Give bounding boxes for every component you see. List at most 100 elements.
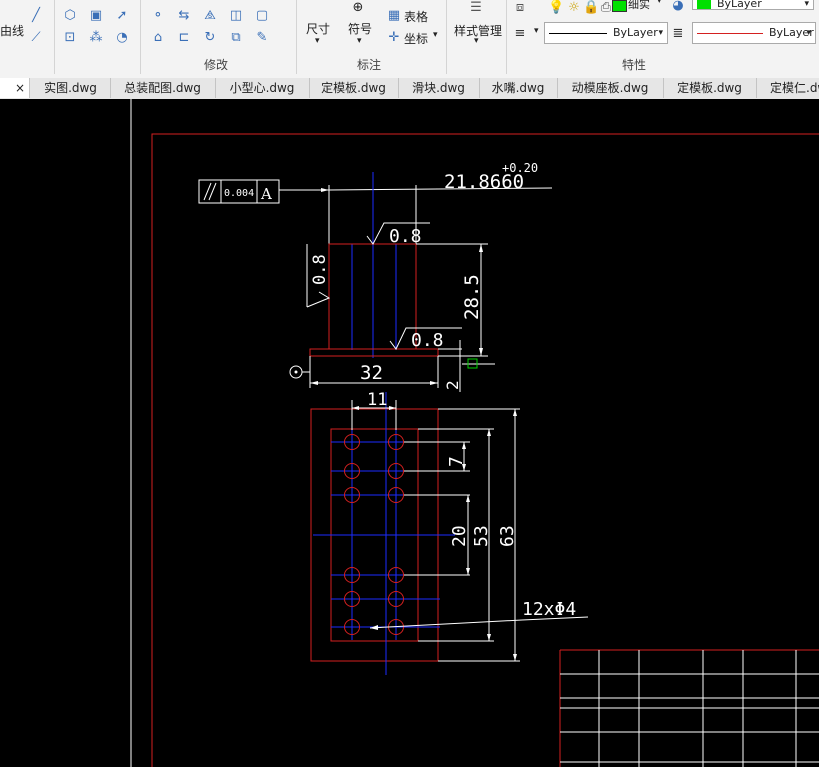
color-wheel-icon[interactable]: ◕	[670, 0, 686, 14]
title-block	[559, 649, 819, 767]
hole-spacing-dimension: 11	[351, 390, 397, 430]
dim-width-text: 32	[360, 362, 383, 384]
trim-icon[interactable]: ⊡	[62, 30, 78, 46]
chevron-down-icon[interactable]: ▾	[657, 0, 662, 6]
roughness-side: 0.8	[306, 244, 331, 308]
style-manager-icon[interactable]: ☰	[468, 0, 484, 16]
document-tab[interactable]: 总装配图.dwg	[110, 78, 216, 98]
color-dropdown-value: ByLayer	[717, 0, 762, 10]
symbol-icon[interactable]: ⊕	[350, 0, 366, 16]
chevron-down-icon[interactable]: ▾	[315, 36, 320, 46]
polyline-tool-icon[interactable]: ⟋	[28, 30, 44, 46]
plan-centerlines	[313, 392, 455, 675]
coordinate-button[interactable]: 坐标	[404, 30, 428, 47]
table-button[interactable]: 表格	[404, 8, 428, 25]
chevron-down-icon[interactable]: ▾	[357, 36, 362, 46]
dim-base-text: 2	[443, 380, 462, 390]
copy-icon[interactable]: ▣	[88, 8, 104, 24]
plan-view	[310, 392, 455, 675]
linetype-preview	[549, 33, 607, 34]
edit-icon[interactable]: ✎	[254, 30, 270, 46]
centerlines-upper	[351, 172, 397, 358]
rectangle-icon[interactable]: ▢	[254, 8, 270, 24]
base-dimension: 2	[438, 340, 495, 392]
top-dimension: 21.8660 +0.20	[328, 161, 553, 244]
offset-icon[interactable]: ◫	[228, 8, 244, 24]
color-dropdown[interactable]: ByLayer ▾	[692, 0, 814, 10]
modify-panel-label: 修改	[204, 58, 229, 72]
coordinate-icon[interactable]: ✛	[386, 30, 402, 46]
stretch-icon[interactable]: ⚬	[150, 8, 166, 24]
annotation-panel-label: 标注	[357, 58, 382, 72]
mirror-icon[interactable]: ⧌	[202, 8, 218, 24]
dim-20-text: 20	[449, 525, 470, 547]
flatness-icon	[203, 182, 217, 201]
lineweight-dropdown[interactable]: ByLayer ▾	[692, 22, 816, 44]
tolerance-value: 0.004	[224, 188, 254, 199]
array-icon[interactable]: ⁂	[88, 30, 104, 46]
close-icon[interactable]: ×	[15, 81, 25, 95]
linetype-dropdown[interactable]: ByLayer ▾	[544, 22, 668, 44]
document-tab[interactable]: 水嘴.dwg	[479, 78, 558, 98]
sun-icon[interactable]: ☼	[566, 0, 582, 16]
document-tab[interactable]: 动模座板.dwg	[557, 78, 664, 98]
tab-close-button[interactable]: ×	[0, 78, 30, 98]
title-frame	[151, 133, 819, 767]
document-tab[interactable]: 定模板.dwg	[663, 78, 757, 98]
document-tab[interactable]: 定模仁.dwg	[756, 78, 819, 98]
symbol-button[interactable]: 符号	[348, 20, 372, 37]
chevron-down-icon[interactable]: ▾	[474, 36, 479, 46]
chevron-down-icon: ▾	[658, 28, 663, 38]
dimension-button[interactable]: 尺寸	[306, 20, 330, 37]
chevron-down-icon: ▾	[804, 0, 809, 9]
line-tool-icon[interactable]: ╱	[28, 8, 44, 24]
roughness-bottom-text: 0.8	[411, 330, 444, 351]
match-properties-icon[interactable]: ⧈	[512, 0, 528, 16]
move-icon[interactable]: ➚	[114, 8, 130, 24]
lineweight-icon[interactable]: ≣	[670, 26, 686, 42]
explode-icon[interactable]: ⊏	[176, 30, 192, 46]
dim-63-text: 63	[497, 525, 518, 547]
dim-7-text: 7	[446, 456, 467, 467]
fillet-icon[interactable]: ◔	[114, 30, 130, 46]
color-swatch	[697, 0, 711, 9]
hatch-icon[interactable]: ⌂	[150, 30, 166, 46]
ribbon-separator	[446, 0, 447, 74]
table-icon[interactable]: ▦	[386, 8, 402, 24]
lightbulb-icon[interactable]: 💡	[548, 0, 564, 16]
document-tabs: × 实图.dwg 总装配图.dwg 小型心.dwg 定模板.dwg 滑块.dwg…	[0, 78, 819, 100]
lineweight-preview	[697, 33, 763, 34]
dim-top-tolerance: +0.20	[502, 161, 538, 175]
ribbon-separator	[296, 0, 297, 74]
hole-note-text: 12xΦ4	[522, 599, 576, 620]
lock-icon[interactable]: 🔒	[583, 0, 599, 16]
document-tab[interactable]: 实图.dwg	[31, 78, 111, 98]
chevron-down-icon[interactable]: ▾	[433, 30, 438, 40]
drawing-canvas[interactable]: 0.004 A 21.8660 +0.20 0.8 0.8 0.8 28.5 2…	[0, 99, 819, 767]
document-tab[interactable]: 滑块.dwg	[398, 78, 480, 98]
refresh-icon[interactable]: ↻	[202, 30, 218, 46]
scale-icon[interactable]: ⧉	[228, 30, 244, 46]
ribbon: 由线 ╱ ⟋ ⬡ ▣ ➚ ⊡ ⁂ ◔ ⚬ ⇆ ⧌ ◫ ▢ ⌂ ⊏ ↻ ⧉ ✎ 修…	[0, 0, 819, 79]
ribbon-separator	[54, 0, 55, 74]
draw-polyline-label[interactable]: 由线	[0, 22, 24, 39]
roughness-side-text: 0.8	[310, 254, 330, 285]
ribbon-separator	[506, 0, 507, 74]
document-tab[interactable]: 小型心.dwg	[215, 78, 310, 98]
cad-drawing: 0.004 A 21.8660 +0.20 0.8 0.8 0.8 28.5 2…	[130, 99, 819, 767]
chevron-down-icon[interactable]: ▾	[534, 26, 539, 36]
roughness-top: 0.8	[366, 222, 430, 247]
properties-panel-label: 特性	[622, 58, 647, 72]
rotate-icon[interactable]: ⇆	[176, 8, 192, 24]
datum-label: A	[260, 185, 272, 203]
chevron-down-icon: ▾	[806, 28, 811, 38]
dim-height-text: 28.5	[461, 274, 483, 320]
dim-53-text: 53	[471, 525, 492, 547]
document-tab[interactable]: 定模板.dwg	[309, 78, 399, 98]
layer-name[interactable]: 细实	[628, 0, 650, 12]
roughness-bottom: 0.8	[389, 327, 462, 351]
list-icon[interactable]: ≡	[512, 26, 528, 42]
erase-icon[interactable]: ⬡	[62, 8, 78, 24]
dim-hole-spacing-text: 11	[367, 390, 387, 410]
ribbon-separator	[140, 0, 141, 74]
